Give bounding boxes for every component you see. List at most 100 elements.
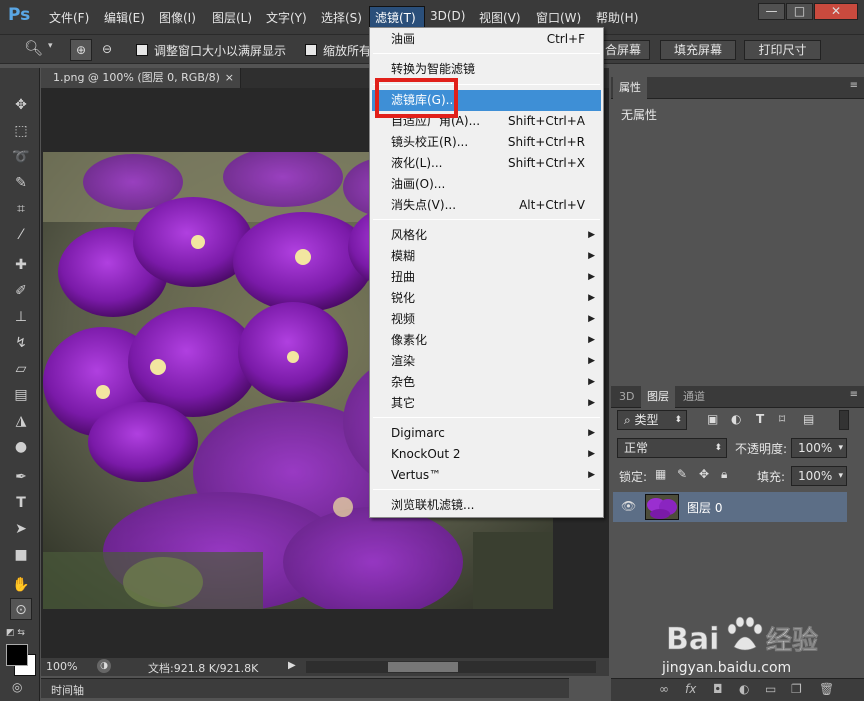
close-window-button[interactable]: ✕	[814, 3, 858, 20]
menu-item-distort[interactable]: 扭曲 ▶	[372, 267, 601, 288]
menu-item-vanishing-point[interactable]: 消失点(V)... Alt+Ctrl+V	[372, 195, 601, 216]
hand-tool-icon[interactable]: ✋	[10, 574, 32, 596]
lock-position-icon[interactable]: ✥	[699, 467, 709, 481]
menu-item-pixelate[interactable]: 像素化 ▶	[372, 330, 601, 351]
status-menu-arrow-icon[interactable]: ▶	[288, 660, 296, 671]
lock-transparent-icon[interactable]: ▦	[655, 467, 666, 481]
menu-item-convert-smart-filter[interactable]: 转换为智能滤镜	[372, 59, 601, 80]
menu-item-digimarc[interactable]: Digimarc ▶	[372, 423, 601, 444]
type-tool-icon[interactable]: T	[10, 492, 32, 514]
menu-item-oil-paint[interactable]: 油画(O)...	[372, 174, 601, 195]
menu-layer[interactable]: 图层(L)	[212, 9, 252, 26]
minimize-button[interactable]: —	[758, 3, 785, 20]
filter-shape-icon[interactable]: ⌑	[779, 412, 785, 426]
menu-view[interactable]: 视图(V)	[479, 9, 521, 26]
menu-item-noise[interactable]: 杂色 ▶	[372, 372, 601, 393]
healing-brush-tool-icon[interactable]: ✚	[10, 254, 32, 276]
status-info-icon[interactable]: ◑	[97, 659, 111, 673]
path-select-tool-icon[interactable]: ➤	[10, 518, 32, 540]
fill-screen-button[interactable]: 填充屏幕	[660, 40, 736, 60]
close-tab-icon[interactable]: ×	[225, 68, 234, 88]
menu-item-vertus[interactable]: Vertus™ ▶	[372, 465, 601, 486]
menu-filter[interactable]: 滤镜(T)	[375, 9, 416, 26]
shape-tool-icon[interactable]: ■	[10, 544, 32, 566]
layer-row[interactable]: 👁︎ 图层 0	[613, 492, 847, 522]
tab-layers[interactable]: 图层	[641, 386, 675, 408]
horizontal-scrollbar[interactable]	[306, 661, 596, 673]
menu-3d[interactable]: 3D(D)	[430, 9, 465, 23]
menu-item-last-filter[interactable]: 油画 Ctrl+F	[372, 29, 601, 50]
menu-edit[interactable]: 编辑(E)	[104, 9, 145, 26]
filter-pixel-icon[interactable]: ▣	[707, 412, 718, 426]
history-brush-tool-icon[interactable]: ↯	[10, 332, 32, 354]
default-colors-icon[interactable]: ◩ ⇆	[6, 628, 25, 638]
layers-panel-menu-icon[interactable]: ≡	[850, 389, 858, 400]
scrollbar-thumb[interactable]	[388, 662, 458, 672]
stamp-tool-icon[interactable]: ⊥	[10, 306, 32, 328]
opacity-input[interactable]: 100% ▾	[791, 438, 847, 458]
lasso-tool-icon[interactable]: ➰	[10, 146, 32, 168]
filter-type-icon[interactable]: T	[756, 412, 764, 426]
menu-item-lens-correction[interactable]: 镜头校正(R)... Shift+Ctrl+R	[372, 132, 601, 153]
menu-file[interactable]: 文件(F)	[49, 9, 89, 26]
chevron-down-icon[interactable]: ▾	[838, 467, 843, 485]
zoom-tool-icon[interactable]: ⊙	[10, 598, 32, 620]
menu-item-sharpen[interactable]: 锐化 ▶	[372, 288, 601, 309]
eyedropper-tool-icon[interactable]: ⁄	[10, 224, 32, 246]
restore-button[interactable]: □	[786, 3, 813, 20]
fill-input[interactable]: 100% ▾	[791, 466, 847, 486]
visibility-eye-icon[interactable]: 👁︎	[621, 499, 636, 513]
tab-properties[interactable]: 属性	[613, 77, 647, 99]
blur-tool-icon[interactable]: ◮	[10, 410, 32, 432]
zoom-in-icon[interactable]: ⊕	[70, 39, 92, 61]
zoom-tool-icon[interactable]: 🔍︎	[24, 39, 43, 57]
menu-item-browse-online-filters[interactable]: 浏览联机滤镜...	[372, 495, 601, 516]
quick-mask-icon[interactable]: ◎	[12, 680, 22, 694]
zoom-all-checkbox[interactable]	[305, 44, 317, 56]
zoom-level[interactable]: 100%	[46, 660, 77, 673]
menu-item-render[interactable]: 渲染 ▶	[372, 351, 601, 372]
marquee-tool-icon[interactable]: ⬚	[10, 120, 32, 142]
layer-filter-kind-select[interactable]: ⌕ 类型 ⬍	[617, 410, 687, 430]
menu-item-other[interactable]: 其它 ▶	[372, 393, 601, 414]
fit-screen-button[interactable]: 合屏幕	[596, 40, 650, 60]
menu-item-video[interactable]: 视频 ▶	[372, 309, 601, 330]
lock-all-icon[interactable]: 🔒︎	[721, 467, 727, 482]
menu-select[interactable]: 选择(S)	[321, 9, 362, 26]
menu-item-knockout[interactable]: KnockOut 2 ▶	[372, 444, 601, 465]
properties-empty-text: 无属性	[621, 108, 658, 122]
chevron-down-icon[interactable]: ▾	[838, 439, 843, 457]
panel-menu-icon[interactable]: ≡	[850, 80, 858, 91]
crop-tool-icon[interactable]: ⌗	[10, 198, 32, 220]
move-tool-icon[interactable]: ✥	[10, 94, 32, 116]
pen-tool-icon[interactable]: ✒	[10, 466, 32, 488]
timeline-label[interactable]: 时间轴	[51, 682, 84, 698]
eraser-tool-icon[interactable]: ▱	[10, 358, 32, 380]
menu-item-blur[interactable]: 模糊 ▶	[372, 246, 601, 267]
blend-mode-select[interactable]: 正常 ⬍	[617, 438, 727, 458]
layer-name[interactable]: 图层 0	[687, 499, 722, 516]
menu-item-stylize[interactable]: 风格化 ▶	[372, 225, 601, 246]
zoom-out-icon[interactable]: ⊖	[96, 39, 118, 61]
tab-3d[interactable]: 3D	[613, 386, 640, 408]
lock-pixels-icon[interactable]: ✎	[677, 467, 687, 481]
print-size-button[interactable]: 打印尺寸	[744, 40, 821, 60]
menu-help[interactable]: 帮助(H)	[596, 9, 638, 26]
menu-type[interactable]: 文字(Y)	[266, 9, 307, 26]
quick-select-tool-icon[interactable]: ✎	[10, 172, 32, 194]
filter-toggle-switch[interactable]	[839, 410, 849, 430]
menu-image[interactable]: 图像(I)	[159, 9, 196, 26]
filter-smart-object-icon[interactable]: ▤	[803, 412, 814, 426]
gradient-tool-icon[interactable]: ▤	[10, 384, 32, 406]
tab-channels[interactable]: 通道	[677, 386, 711, 408]
document-tab[interactable]: 1.png @ 100% (图层 0, RGB/8) ×	[41, 68, 241, 88]
menu-item-liquify[interactable]: 液化(L)... Shift+Ctrl+X	[372, 153, 601, 174]
filter-adjustment-icon[interactable]: ◐	[731, 412, 741, 426]
document-tab-title: 1.png @ 100% (图层 0, RGB/8)	[53, 71, 220, 84]
fit-window-checkbox[interactable]	[136, 44, 148, 56]
brush-tool-icon[interactable]: ✐	[10, 280, 32, 302]
foreground-color-swatch[interactable]	[6, 644, 28, 666]
menu-window[interactable]: 窗口(W)	[536, 9, 581, 26]
chevron-down-icon[interactable]: ▾	[48, 41, 53, 51]
dodge-tool-icon[interactable]: ●	[10, 436, 32, 458]
